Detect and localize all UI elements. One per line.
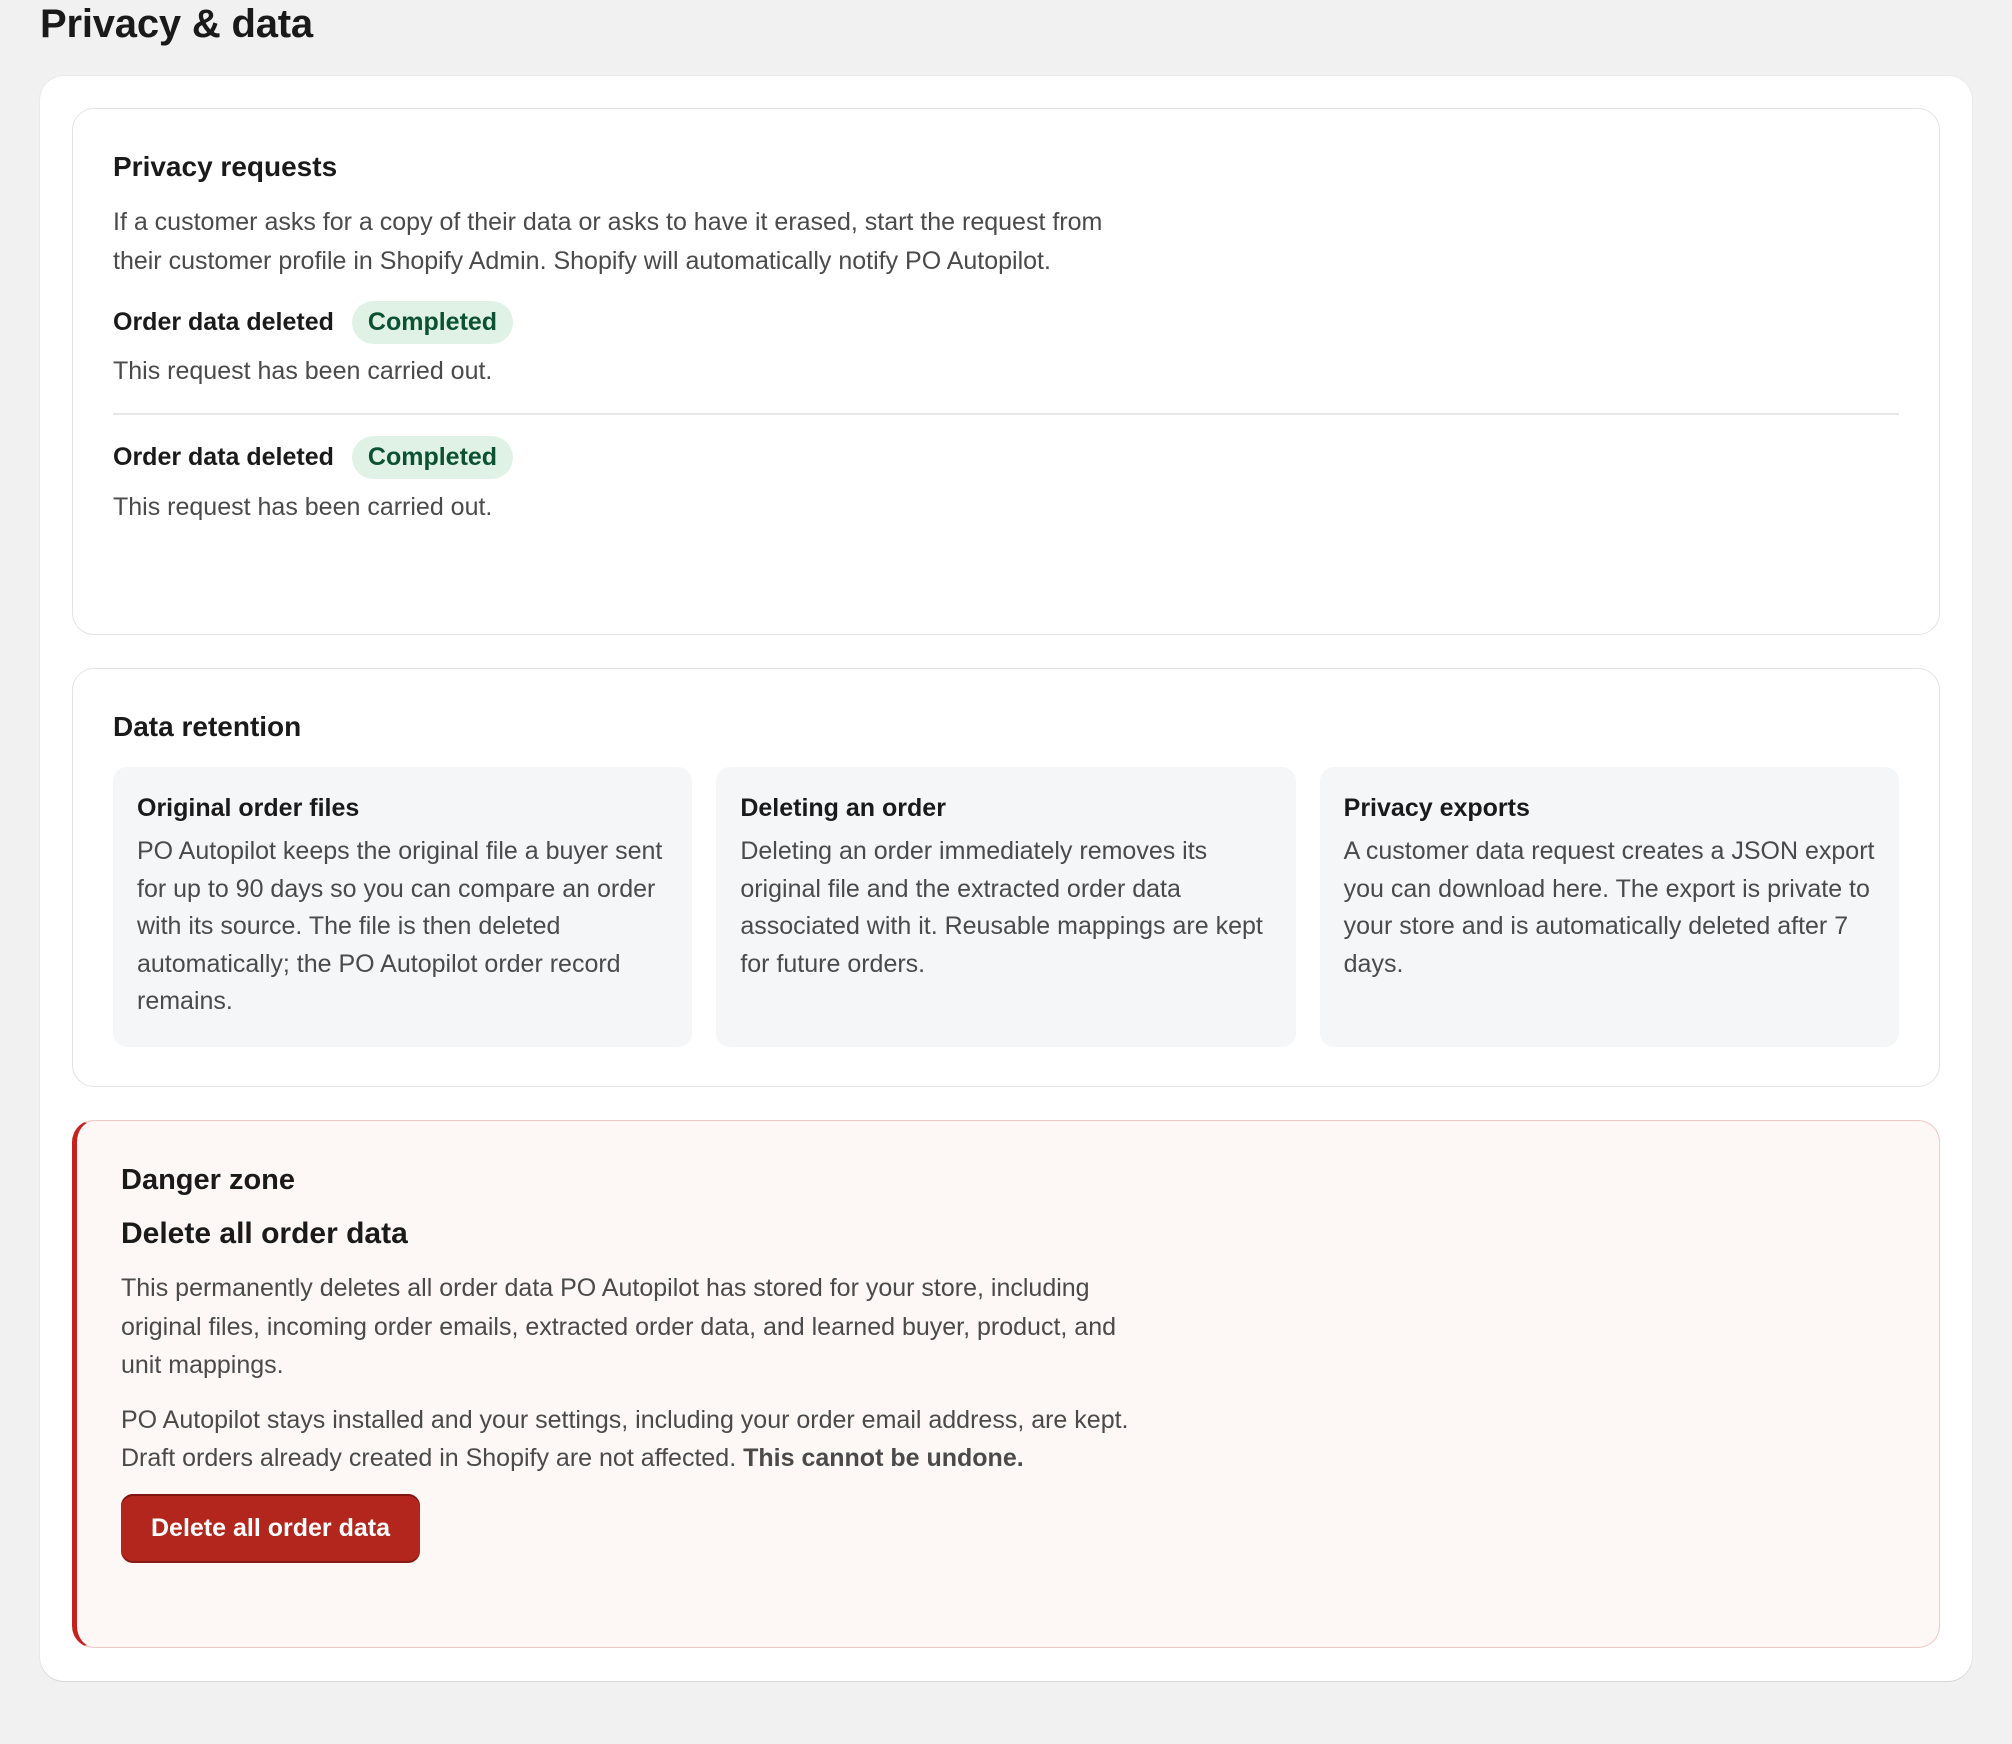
retention-tile-original-files: Original order files PO Autopilot keeps … [113, 767, 693, 1047]
delete-all-heading: Delete all order data [121, 1217, 408, 1250]
privacy-data-card: Privacy requests If a customer asks for … [40, 76, 1972, 1681]
privacy-request-item: Order data deleted Completed This reques… [113, 299, 1899, 389]
request-title: Order data deleted [113, 443, 334, 471]
privacy-requests-section: Privacy requests If a customer asks for … [72, 108, 1940, 635]
request-title: Order data deleted [113, 307, 334, 336]
page-title: Privacy & data [40, 2, 313, 46]
retention-tile-deleting-order: Deleting an order Deleting an order imme… [716, 767, 1296, 1047]
danger-zone-section: Danger zone Delete all order data This p… [72, 1120, 1940, 1648]
tile-text: PO Autopilot keeps the original file a b… [137, 837, 663, 1015]
tile-text: A customer data request creates a JSON e… [1343, 837, 1875, 978]
cannot-undo-warning: This cannot be undone. [743, 1444, 1024, 1472]
tile-title: Privacy exports [1343, 794, 1530, 822]
tile-title: Original order files [137, 794, 360, 822]
delete-all-order-data-button[interactable]: Delete all order data [121, 1493, 420, 1563]
retention-tiles: Original order files PO Autopilot keeps … [113, 767, 1899, 1047]
data-retention-section: Data retention Original order files PO A… [72, 668, 1940, 1087]
tile-title: Deleting an order [740, 794, 946, 822]
danger-paragraph: This permanently deletes all order data … [121, 1274, 1117, 1379]
status-badge: Completed [351, 436, 514, 479]
danger-zone-title: Danger zone [121, 1164, 296, 1196]
retention-tile-privacy-exports: Privacy exports A customer data request … [1319, 767, 1899, 1047]
request-detail: This request has been carried out. [113, 357, 493, 385]
privacy-requests-title: Privacy requests [113, 151, 338, 182]
request-header: Order data deleted Completed [113, 435, 1899, 481]
tile-text: Deleting an order immediately removes it… [740, 837, 1263, 978]
danger-paragraph: PO Autopilot stays installed and your se… [121, 1401, 1141, 1478]
request-detail: This request has been carried out. [113, 492, 493, 521]
request-header: Order data deleted Completed [113, 299, 1899, 345]
privacy-requests-description: If a customer asks for a copy of their d… [113, 208, 1103, 275]
status-badge: Completed [351, 300, 514, 344]
data-retention-title: Data retention [113, 711, 302, 742]
request-divider [113, 413, 1899, 415]
privacy-request-item: Order data deleted Completed This reques… [113, 435, 1899, 525]
